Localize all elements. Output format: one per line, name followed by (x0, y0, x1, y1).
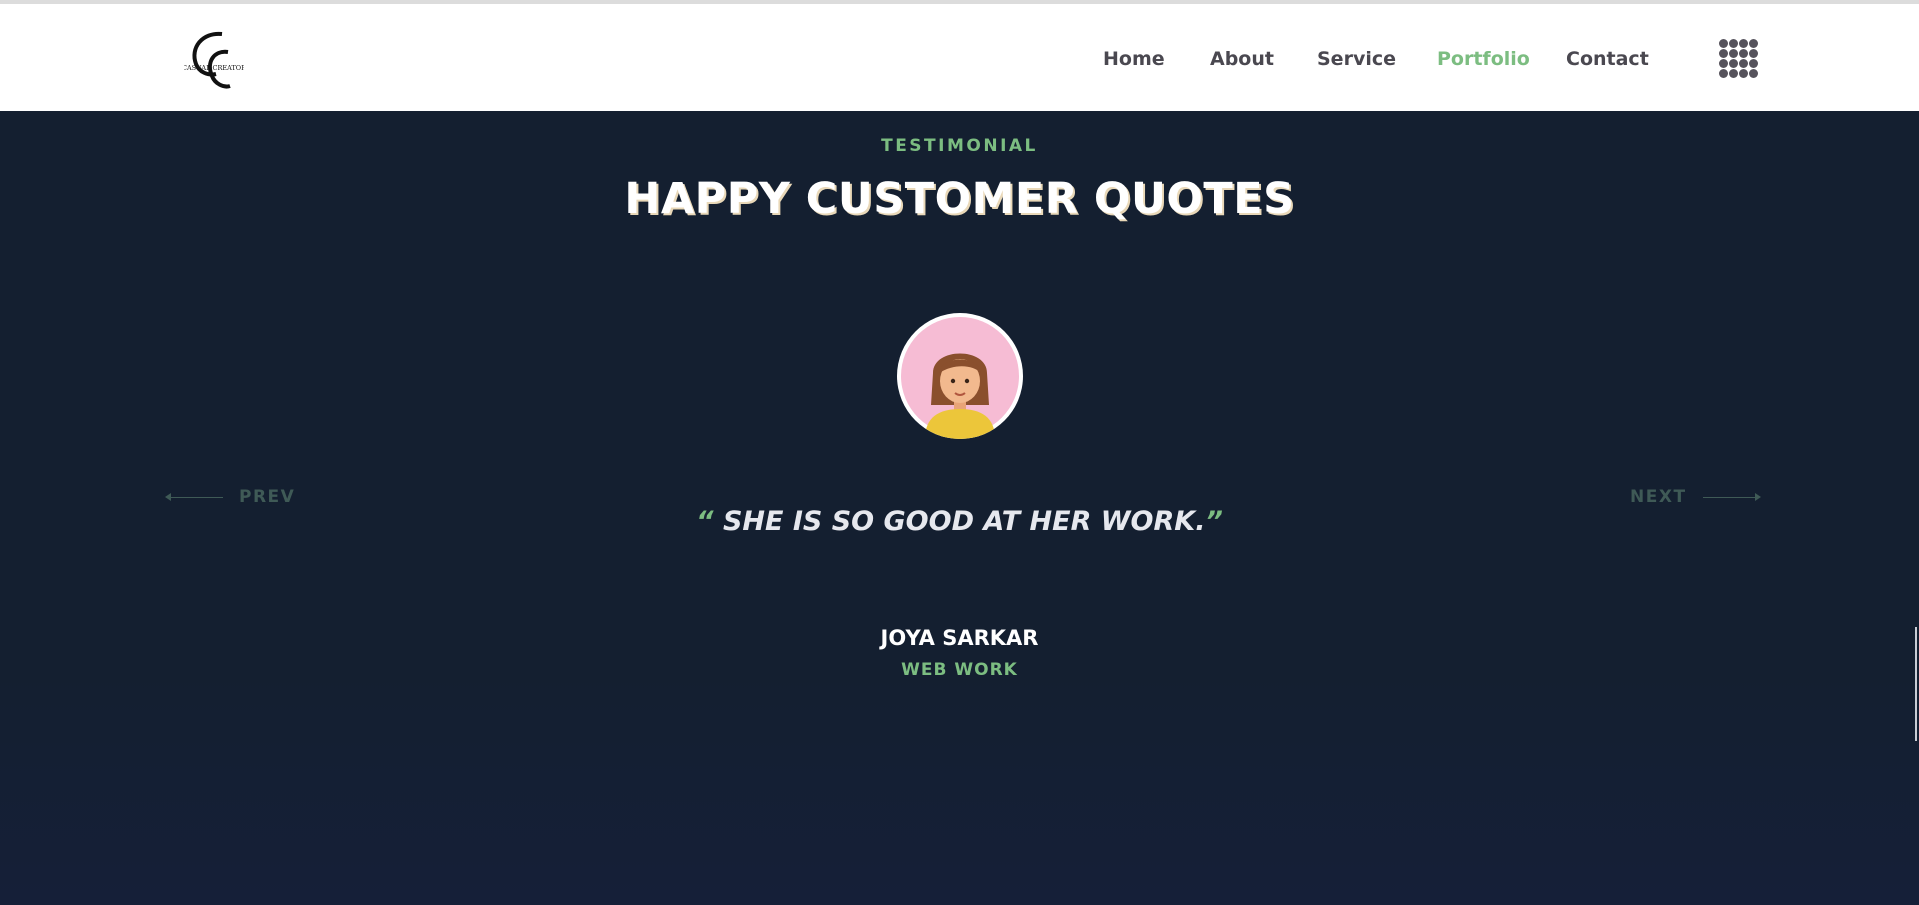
arrow-left-icon (165, 492, 223, 501)
nav-home[interactable]: Home (1103, 48, 1165, 70)
arrow-right-icon (1702, 492, 1761, 501)
grid-dots-icon[interactable] (1719, 39, 1758, 78)
prev-label: PREV (239, 487, 296, 507)
testimonial-quote: “ SHE IS SO GOOD AT HER WORK.” (0, 506, 1919, 537)
site-header: CASUAL CREATOR Home About Service Portfo… (0, 4, 1919, 111)
next-label: NEXT (1630, 487, 1687, 507)
nav-contact[interactable]: Contact (1566, 48, 1649, 70)
avatar (897, 313, 1023, 439)
prev-button[interactable]: PREV (165, 487, 296, 507)
section-eyebrow: TESTIMONIAL (881, 136, 1038, 156)
nav-portfolio[interactable]: Portfolio (1437, 48, 1530, 70)
author-role: WEB WORK (901, 660, 1018, 680)
quote-close-mark: ” (1205, 506, 1223, 537)
main-nav: Home About Service Portfolio Contact (0, 48, 1919, 78)
nav-about[interactable]: About (1210, 48, 1274, 70)
author-name: JOYA SARKAR (880, 626, 1039, 650)
scrollbar-thumb[interactable] (1915, 627, 1917, 741)
next-button[interactable]: NEXT (1630, 487, 1761, 507)
section-title: HAPPY CUSTOMER QUOTES (624, 174, 1295, 224)
quote-text: SHE IS SO GOOD AT HER WORK. (722, 506, 1206, 537)
nav-service[interactable]: Service (1317, 48, 1396, 70)
quote-open-mark: “ (696, 506, 714, 537)
